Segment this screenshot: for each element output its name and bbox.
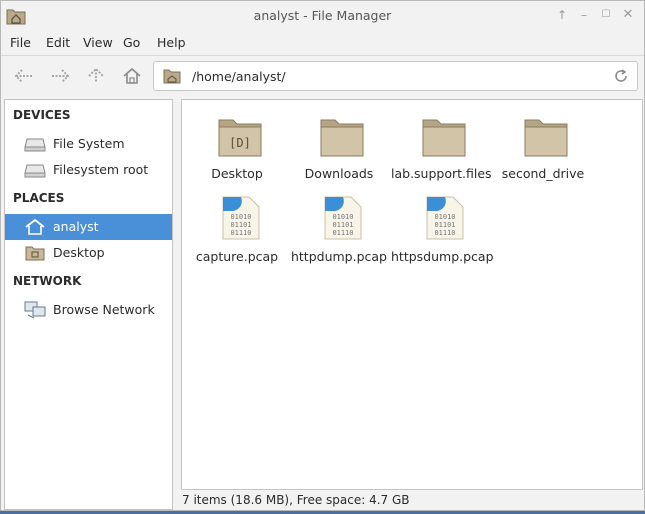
svg-text:01010: 01010 (332, 213, 353, 221)
svg-text:[D]: [D] (229, 136, 251, 150)
file-name: Downloads (304, 166, 374, 181)
home-button[interactable] (120, 65, 144, 87)
menu-file[interactable]: File (10, 35, 31, 50)
folder-home-icon (163, 69, 181, 84)
file-name: Desktop (211, 166, 263, 181)
toolbar: /home/analyst/ (1, 56, 644, 96)
up-button[interactable] (84, 65, 108, 87)
file-name: second_drive (501, 166, 585, 181)
status-text: 7 items (18.6 MB), Free space: 4.7 GB (182, 493, 410, 507)
file-item-desktop[interactable]: [D] Desktop (187, 102, 287, 182)
reload-icon[interactable] (613, 68, 629, 84)
window-title: analyst - File Manager (253, 8, 392, 23)
file-manager-window: analyst - File Manager ↑ – ☐ ✕ File Edit… (0, 0, 645, 511)
sidebar-item-desktop[interactable]: Desktop (5, 240, 172, 266)
sidebar-item-analyst[interactable]: analyst (5, 214, 172, 240)
sidebar-heading-network: NETWORK (13, 274, 82, 288)
up-icon (88, 67, 104, 83)
file-name: lab.support.files (391, 166, 492, 181)
back-button[interactable] (12, 65, 36, 87)
file-item-httpdump-pcap[interactable]: 01010 01101 01110 httpdump.pcap (289, 185, 389, 265)
svg-text:01010: 01010 (434, 213, 455, 221)
svg-text:01110: 01110 (332, 229, 353, 237)
sidebar-item-label: File System (53, 136, 125, 151)
sidebar-heading-devices: DEVICES (13, 108, 71, 122)
drive-icon (24, 138, 46, 152)
menu-view[interactable]: View (83, 35, 113, 50)
folder-icon (422, 119, 466, 157)
folder-icon (320, 119, 364, 157)
file-item-downloads[interactable]: Downloads (289, 102, 389, 182)
file-item-capture-pcap[interactable]: 01010 01101 01110 capture.pcap (187, 185, 287, 265)
network-icon (24, 301, 46, 319)
file-item-lab-support-files[interactable]: lab.support.files (391, 102, 492, 182)
location-bar[interactable]: /home/analyst/ (153, 61, 638, 91)
title-bar[interactable]: analyst - File Manager ↑ – ☐ ✕ (1, 1, 644, 31)
sidebar-item-label: Browse Network (53, 302, 155, 317)
binary-file-icon: 01010 01101 01110 (222, 196, 260, 240)
home-icon (123, 67, 141, 84)
binary-file-icon: 01010 01101 01110 (324, 196, 362, 240)
minimize-button[interactable]: – (576, 7, 592, 23)
sidebar-heading-places: PLACES (13, 191, 65, 205)
sidebar-item-filesystem-root[interactable]: Filesystem root (5, 157, 172, 183)
folder-icon (524, 119, 568, 157)
file-name: httpsdump.pcap (391, 249, 494, 264)
back-icon (14, 69, 32, 83)
status-bar: 7 items (18.6 MB), Free space: 4.7 GB (181, 492, 643, 510)
sidebar: DEVICES File System Filesystem root PLAC… (4, 99, 173, 510)
binary-file-icon: 01010 01101 01110 (426, 196, 464, 240)
svg-text:01110: 01110 (230, 229, 251, 237)
location-path[interactable]: /home/analyst/ (192, 69, 286, 84)
sidebar-item-file-system[interactable]: File System (5, 131, 172, 157)
sidebar-item-label: analyst (53, 219, 99, 234)
sidebar-item-label: Filesystem root (53, 162, 149, 177)
file-name: httpdump.pcap (290, 249, 387, 264)
file-item-httpsdump-pcap[interactable]: 01010 01101 01110 httpsdump.pcap (391, 185, 494, 265)
forward-icon (52, 69, 70, 83)
drive-icon (24, 164, 46, 178)
keep-above-button[interactable]: ↑ (554, 7, 570, 23)
svg-text:01101: 01101 (332, 221, 353, 229)
sidebar-item-label: Desktop (53, 245, 105, 260)
file-view[interactable]: [D] Desktop Downloads lab.support.files … (181, 99, 643, 490)
svg-text:01101: 01101 (434, 221, 455, 229)
desktop-folder-icon: [D] (218, 119, 262, 157)
home-icon (25, 218, 45, 235)
file-item-second-drive[interactable]: second_drive (493, 102, 593, 182)
svg-text:01010: 01010 (230, 213, 251, 221)
close-button[interactable]: ✕ (620, 7, 636, 23)
menu-go[interactable]: Go (123, 35, 140, 50)
maximize-button[interactable]: ☐ (598, 7, 614, 23)
svg-text:01110: 01110 (434, 229, 455, 237)
desktop-folder-icon (25, 246, 45, 261)
file-name: capture.pcap (195, 249, 279, 264)
forward-button[interactable] (48, 65, 72, 87)
menu-help[interactable]: Help (157, 35, 186, 50)
sidebar-item-browse-network[interactable]: Browse Network (5, 297, 172, 323)
svg-text:01101: 01101 (230, 221, 251, 229)
menu-edit[interactable]: Edit (46, 35, 70, 50)
menu-bar: File Edit View Go Help (1, 31, 644, 55)
